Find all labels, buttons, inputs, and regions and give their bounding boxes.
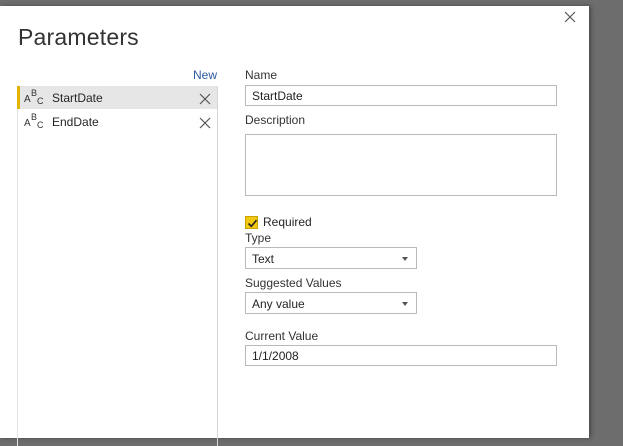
- parameter-item-startdate[interactable]: ABC StartDate: [17, 86, 217, 109]
- name-label: Name: [245, 68, 278, 82]
- parameter-label: StartDate: [52, 90, 103, 105]
- required-label: Required: [263, 215, 312, 229]
- parameters-dialog: Parameters New ABC StartDate ABC EndDate…: [0, 6, 589, 446]
- abc-text-icon: ABC: [24, 111, 44, 130]
- suggested-values-label: Suggested Values: [245, 276, 342, 290]
- type-label: Type: [245, 231, 272, 245]
- dialog-title: Parameters: [18, 24, 139, 50]
- suggested-values-value: Any value: [252, 297, 305, 311]
- required-checkbox-row[interactable]: Required: [245, 215, 312, 229]
- description-textarea[interactable]: [245, 134, 557, 196]
- chevron-down-icon: [402, 257, 408, 261]
- current-value-label: Current Value: [245, 329, 319, 343]
- close-icon[interactable]: [562, 9, 578, 25]
- description-label: Description: [245, 113, 306, 127]
- chevron-down-icon: [402, 302, 408, 306]
- name-input[interactable]: StartDate: [245, 85, 557, 106]
- parameter-label: EndDate: [52, 114, 99, 129]
- parameter-item-enddate[interactable]: ABC EndDate: [18, 110, 217, 133]
- required-checkbox[interactable]: [245, 215, 258, 229]
- parameter-list: ABC StartDate ABC EndDate: [17, 86, 218, 446]
- type-select-value: Text: [252, 252, 275, 266]
- delete-icon[interactable]: [199, 116, 211, 128]
- new-parameter-link[interactable]: New: [193, 68, 217, 82]
- type-select[interactable]: Text: [245, 247, 417, 269]
- checkmark-icon: [247, 219, 258, 227]
- delete-icon[interactable]: [199, 92, 211, 104]
- current-value-input[interactable]: 1/1/2008: [245, 345, 557, 366]
- suggested-values-select[interactable]: Any value: [245, 292, 417, 314]
- abc-text-icon: ABC: [24, 87, 44, 106]
